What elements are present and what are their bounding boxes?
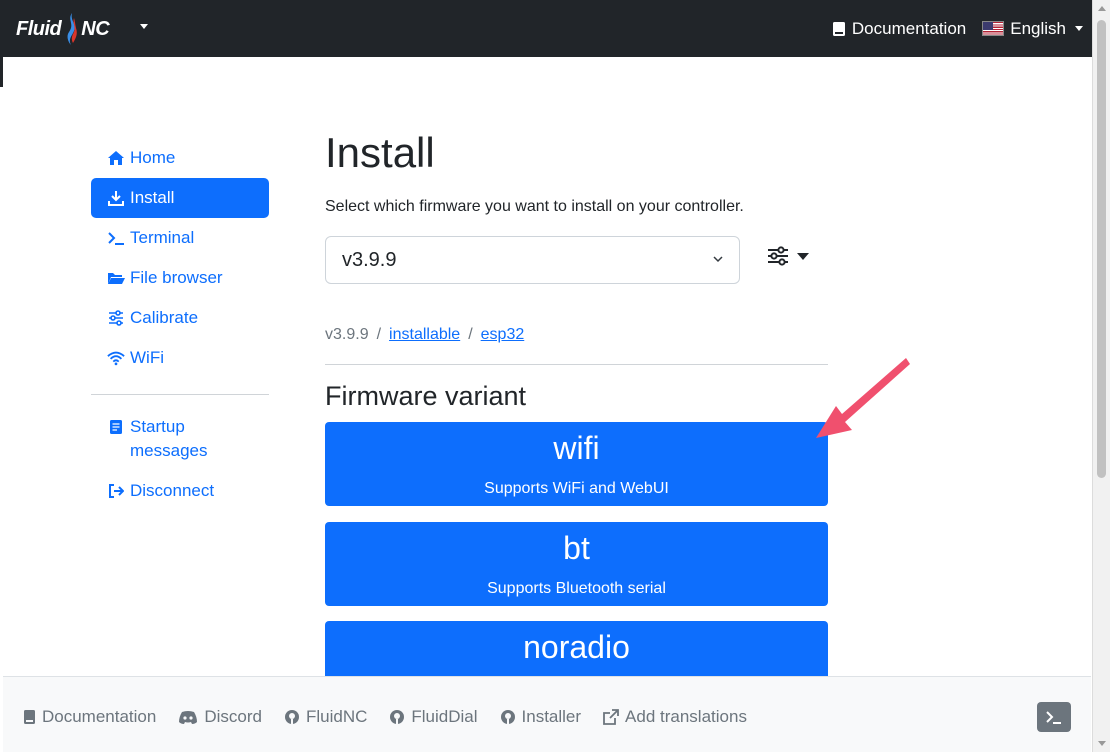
book-icon bbox=[24, 710, 35, 724]
sidebar-item-label: Home bbox=[130, 148, 176, 167]
page-title: Install bbox=[325, 129, 435, 176]
flame-icon bbox=[67, 13, 78, 45]
scroll-down-arrow[interactable] bbox=[1098, 741, 1106, 746]
footer-link-label: Installer bbox=[521, 707, 582, 726]
external-link-icon bbox=[603, 709, 619, 725]
brand-text-nc: NC bbox=[81, 17, 110, 40]
variant-description: Supports Bluetooth serial bbox=[487, 580, 666, 597]
sidebar-item-label: Install bbox=[130, 188, 175, 207]
main-content: Install Select which firmware you want t… bbox=[325, 128, 828, 691]
download-icon bbox=[107, 189, 125, 207]
language-label: English bbox=[1010, 18, 1066, 38]
sidebar-item-wifi[interactable]: WiFi bbox=[91, 338, 269, 378]
breadcrumb-separator: / bbox=[376, 326, 382, 343]
variant-bt-button[interactable]: bt Supports Bluetooth serial bbox=[325, 522, 828, 606]
footer-link-label: Documentation bbox=[42, 707, 157, 726]
footer-link-label: Discord bbox=[204, 707, 262, 726]
firmware-version-select[interactable]: v3.9.9 bbox=[325, 236, 740, 284]
footer-link-label: Add translations bbox=[625, 707, 747, 726]
sidebar-item-home[interactable]: Home bbox=[91, 138, 269, 178]
sidebar: Home Install Terminal File browser Calib… bbox=[91, 138, 269, 511]
footer-link-label: FluidNC bbox=[305, 707, 368, 726]
nav-documentation-label: Documentation bbox=[851, 18, 967, 38]
install-options-dropdown[interactable] bbox=[767, 246, 809, 266]
breadcrumb-link-installable[interactable]: installable bbox=[389, 326, 460, 344]
terminal-toggle-button[interactable] bbox=[1037, 702, 1071, 732]
startup-messages-line1: Startup bbox=[130, 417, 185, 436]
scroll-thumb[interactable] bbox=[1097, 20, 1106, 478]
variant-description: Supports WiFi and WebUI bbox=[484, 480, 669, 497]
brand-text-fluid: Fluid bbox=[16, 17, 62, 40]
section-divider bbox=[325, 364, 828, 365]
startup-messages-line2: messages bbox=[130, 441, 208, 460]
variant-name: bt bbox=[563, 530, 590, 566]
wifi-icon bbox=[107, 349, 125, 367]
footer-link-fluiddial[interactable]: FluidDial bbox=[389, 707, 478, 727]
nav-documentation-link[interactable]: Documentation bbox=[832, 19, 966, 39]
folder-open-icon bbox=[107, 269, 125, 287]
caret-down-icon bbox=[1075, 26, 1083, 31]
brand-dropdown-caret[interactable] bbox=[140, 24, 148, 29]
sidebar-item-disconnect[interactable]: Disconnect bbox=[91, 471, 269, 511]
chevron-down-icon bbox=[713, 256, 723, 263]
breadcrumb-link-esp32[interactable]: esp32 bbox=[481, 326, 525, 344]
sidebar-item-calibrate[interactable]: Calibrate bbox=[91, 298, 269, 338]
variant-wifi-button[interactable]: wifi Supports WiFi and WebUI bbox=[325, 422, 828, 506]
sidebar-item-label: Terminal bbox=[130, 228, 195, 247]
caret-down-icon bbox=[797, 252, 809, 260]
file-text-icon bbox=[107, 418, 125, 436]
breadcrumb-separator: / bbox=[468, 326, 473, 343]
home-icon bbox=[107, 149, 125, 167]
vertical-scrollbar[interactable] bbox=[1092, 0, 1110, 752]
install-instructions: Select which firmware you want to instal… bbox=[325, 198, 744, 215]
sign-out-icon bbox=[107, 482, 125, 500]
language-dropdown[interactable]: English bbox=[982, 19, 1083, 39]
firmware-variant-heading: Firmware variant bbox=[325, 381, 527, 411]
sidebar-item-label: Calibrate bbox=[130, 308, 199, 327]
variant-name: noradio bbox=[523, 629, 630, 665]
footer-link-discord[interactable]: Discord bbox=[178, 707, 262, 727]
footer-link-label: FluidDial bbox=[411, 707, 478, 726]
brand-logo[interactable]: Fluid NC bbox=[16, 12, 110, 46]
startup-messages-label: Startup messages bbox=[130, 415, 207, 463]
sliders-icon bbox=[107, 309, 125, 327]
sidebar-item-startup-messages[interactable]: Startup messages bbox=[91, 413, 269, 467]
sidebar-item-label: File browser bbox=[130, 268, 223, 287]
selected-version: v3.9.9 bbox=[342, 248, 397, 271]
sidebar-divider bbox=[91, 394, 269, 395]
variant-name: wifi bbox=[553, 430, 600, 466]
sidebar-item-file-browser[interactable]: File browser bbox=[91, 258, 269, 298]
footer-link-installer[interactable]: Installer bbox=[500, 707, 582, 727]
window-edge bbox=[0, 57, 3, 87]
sidebar-item-label: WiFi bbox=[130, 348, 164, 367]
footer: Documentation Discord FluidNC FluidDial … bbox=[3, 676, 1091, 752]
breadcrumb-version: v3.9.9 bbox=[325, 326, 369, 343]
sidebar-item-install[interactable]: Install bbox=[91, 178, 269, 218]
breadcrumb: v3.9.9 / installable / esp32 bbox=[325, 326, 524, 344]
version-controls: v3.9.9 bbox=[325, 236, 828, 284]
sidebar-item-terminal[interactable]: Terminal bbox=[91, 218, 269, 258]
footer-link-add-translations[interactable]: Add translations bbox=[603, 707, 747, 727]
scroll-up-arrow[interactable] bbox=[1098, 6, 1106, 11]
annotation-arrow-icon bbox=[816, 358, 910, 438]
top-navbar: Fluid NC Documentation English bbox=[0, 0, 1092, 57]
sidebar-item-label: Disconnect bbox=[130, 481, 215, 500]
terminal-icon bbox=[107, 229, 125, 247]
book-icon bbox=[832, 21, 845, 36]
terminal-icon bbox=[1046, 711, 1061, 724]
sliders-icon bbox=[768, 246, 788, 266]
footer-link-fluidnc[interactable]: FluidNC bbox=[284, 707, 367, 727]
github-icon bbox=[390, 710, 405, 724]
github-icon bbox=[284, 710, 299, 724]
discord-icon bbox=[179, 710, 198, 724]
us-flag-icon bbox=[982, 21, 1005, 36]
github-icon bbox=[500, 710, 515, 724]
footer-link-documentation[interactable]: Documentation bbox=[23, 707, 156, 727]
